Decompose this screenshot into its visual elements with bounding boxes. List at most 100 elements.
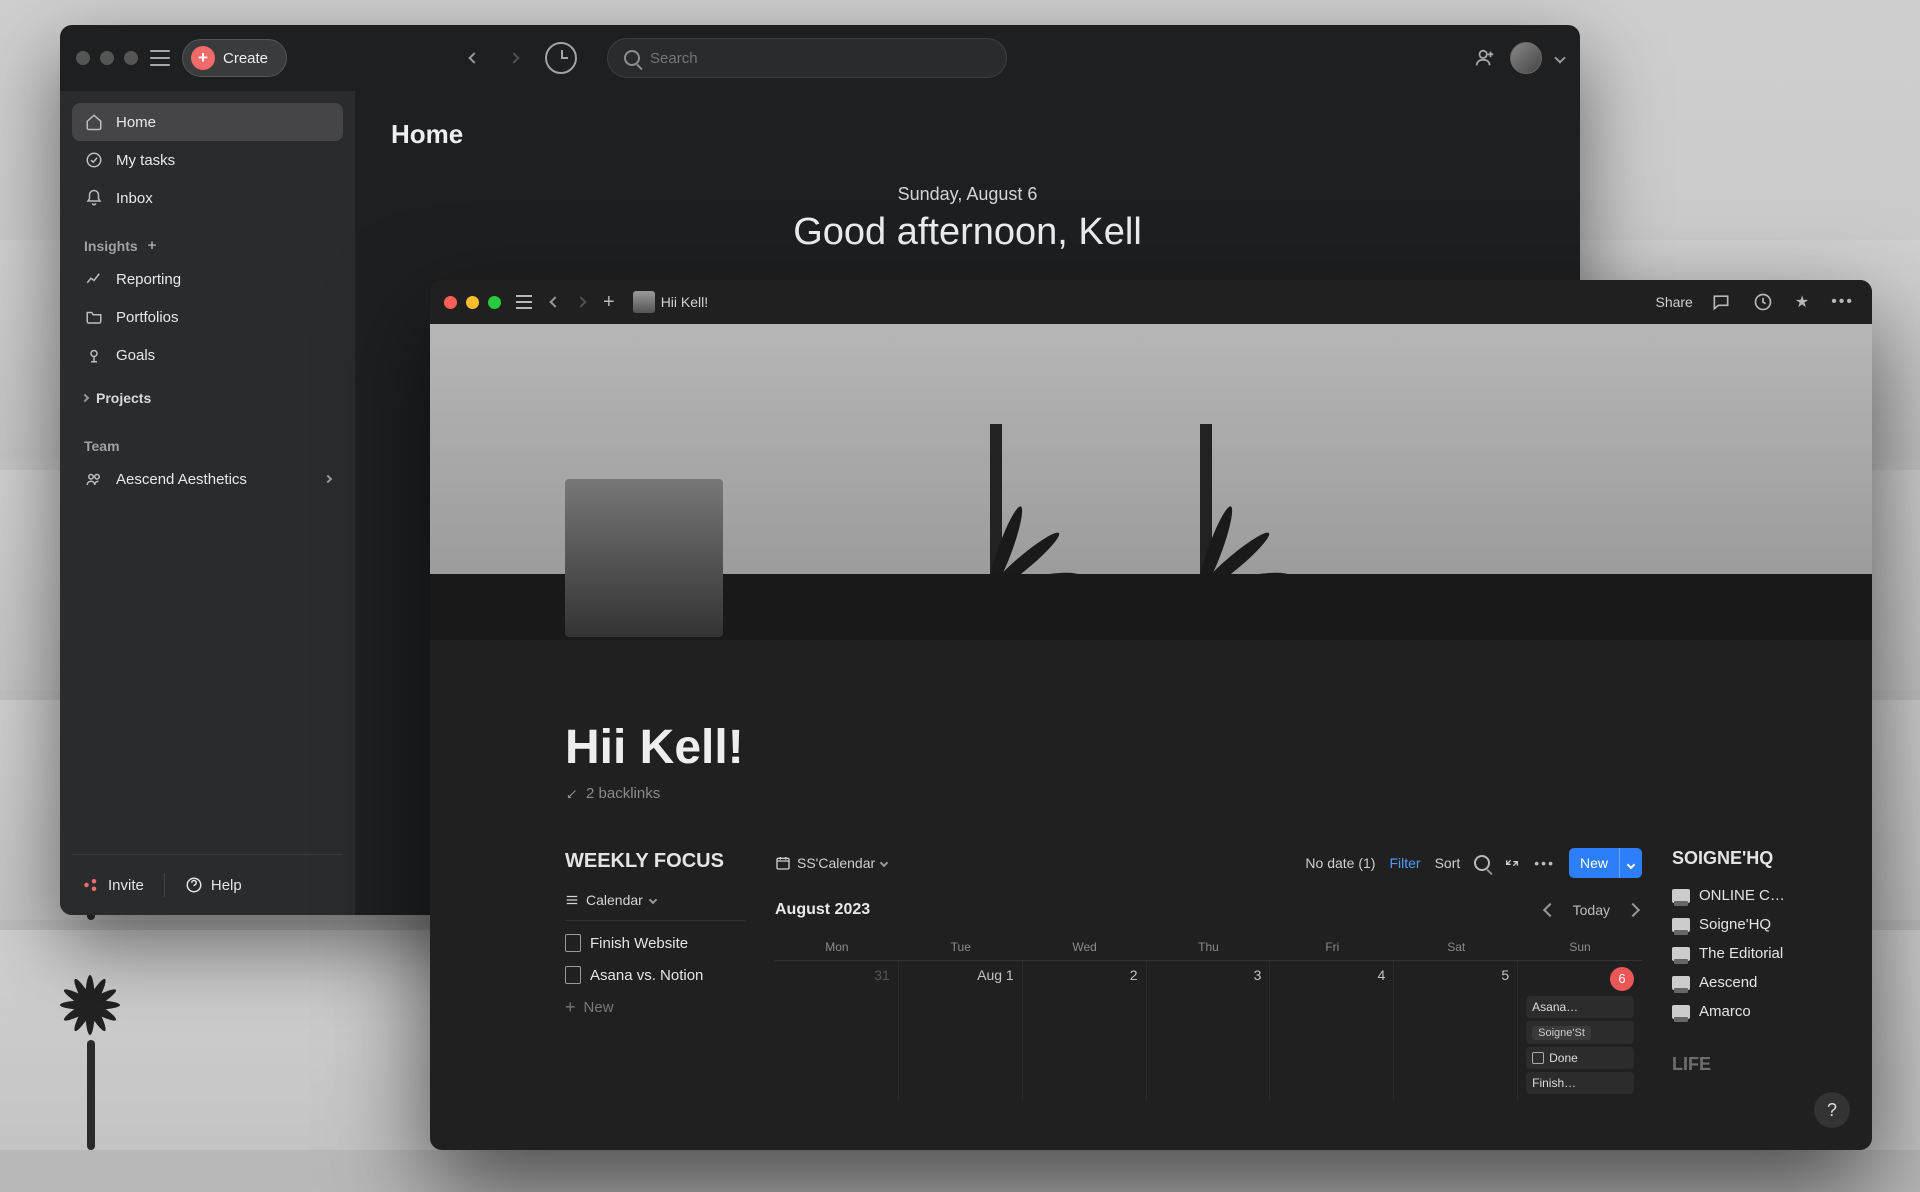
new-dropdown[interactable] xyxy=(1619,848,1642,878)
soigne-column: SOIGNE'HQ ONLINE C… Soigne'HQ The Editor… xyxy=(1672,848,1832,1100)
weekly-focus-column: WEEKLY FOCUS Calendar Finish Website Asa… xyxy=(565,848,745,1100)
nav-forward-button[interactable] xyxy=(573,294,589,310)
no-date-button[interactable]: No date (1) xyxy=(1305,855,1375,871)
link-item[interactable]: The Editorial xyxy=(1672,939,1832,968)
user-avatar[interactable] xyxy=(1510,42,1542,74)
sidebar-item-goals[interactable]: Goals xyxy=(72,336,343,374)
new-tab-button[interactable]: + xyxy=(599,287,619,318)
calendar-grid: 31 Aug 1 2 3 4 5 6 Asana… Soigne'St Done… xyxy=(775,960,1642,1100)
calendar-cell[interactable]: 2 xyxy=(1023,961,1147,1100)
favorite-star-icon[interactable]: ★ xyxy=(1791,288,1813,316)
db-view-selector[interactable]: Calendar xyxy=(565,892,745,908)
updates-icon[interactable] xyxy=(1749,288,1777,316)
prev-month-button[interactable] xyxy=(1541,898,1559,922)
list-item[interactable]: Asana vs. Notion xyxy=(565,959,745,991)
sidebar-toggle-icon[interactable] xyxy=(511,291,537,313)
projects-header: Projects xyxy=(96,390,151,406)
sort-button[interactable]: Sort xyxy=(1435,855,1461,871)
menu-toggle-icon[interactable] xyxy=(150,50,170,66)
sidebar-label: Home xyxy=(116,114,156,131)
create-button[interactable]: + Create xyxy=(182,39,287,77)
calendar-cell[interactable]: 3 xyxy=(1147,961,1271,1100)
add-teammate-icon[interactable] xyxy=(1474,47,1496,69)
breadcrumb[interactable]: Hii Kell! xyxy=(633,291,708,313)
calendar-cell[interactable]: 4 xyxy=(1270,961,1394,1100)
sidebar-item-inbox[interactable]: Inbox xyxy=(72,179,343,217)
more-icon[interactable]: ••• xyxy=(1534,855,1555,871)
more-icon[interactable]: ••• xyxy=(1827,289,1858,315)
bell-icon xyxy=(84,188,104,208)
link-item[interactable]: ONLINE C… xyxy=(1672,881,1832,910)
sidebar-label: Goals xyxy=(116,347,155,364)
sidebar-item-home[interactable]: Home xyxy=(72,103,343,141)
calendar-event[interactable]: Soigne'St xyxy=(1526,1021,1634,1044)
new-item-button[interactable]: +New xyxy=(565,991,745,1024)
calendar-view-selector[interactable]: SS'Calendar xyxy=(775,855,887,871)
search-icon[interactable] xyxy=(1474,855,1490,871)
today-badge: 6 xyxy=(1610,967,1634,991)
share-button[interactable]: Share xyxy=(1655,294,1692,310)
link-item[interactable]: Amarco xyxy=(1672,997,1832,1026)
calendar-event[interactable]: Done xyxy=(1526,1047,1634,1069)
today-button[interactable]: Today xyxy=(1569,898,1614,922)
sidebar-item-mytasks[interactable]: My tasks xyxy=(72,141,343,179)
link-item[interactable]: Soigne'HQ xyxy=(1672,910,1832,939)
page-icon xyxy=(565,966,581,984)
filter-button[interactable]: Filter xyxy=(1389,855,1420,871)
expand-icon[interactable] xyxy=(1504,855,1520,871)
calendar-cell[interactable]: 6 Asana… Soigne'St Done Finish… xyxy=(1518,961,1642,1100)
calendar-cell[interactable]: 5 xyxy=(1394,961,1518,1100)
new-button[interactable]: New xyxy=(1569,848,1642,878)
comments-icon[interactable] xyxy=(1707,288,1735,316)
people-icon xyxy=(84,469,104,489)
invite-button[interactable]: Invite xyxy=(82,876,144,894)
laptop-icon xyxy=(1672,1005,1690,1019)
nav-forward-button[interactable] xyxy=(499,43,529,73)
search-input[interactable] xyxy=(650,50,990,67)
link-item[interactable]: Aescend xyxy=(1672,968,1832,997)
page-title: Home xyxy=(391,119,1544,150)
account-dropdown[interactable] xyxy=(1556,49,1564,67)
window-traffic-lights[interactable] xyxy=(76,51,138,65)
backlinks-label: 2 backlinks xyxy=(586,785,660,802)
notion-topbar: + Hii Kell! Share ★ ••• xyxy=(430,280,1872,324)
page-title[interactable]: Hii Kell! xyxy=(565,720,1832,775)
notion-window: + Hii Kell! Share ★ ••• Hii Kell! xyxy=(430,280,1872,1150)
laptop-icon xyxy=(1672,918,1690,932)
calendar-event[interactable]: Finish… xyxy=(1526,1072,1634,1094)
invite-label: Invite xyxy=(108,877,144,894)
asana-sidebar: Home My tasks Inbox Insights + Reporting… xyxy=(60,91,355,915)
calendar-cell[interactable]: Aug 1 xyxy=(899,961,1023,1100)
projects-toggle[interactable]: Projects xyxy=(72,374,343,412)
laptop-icon xyxy=(1672,947,1690,961)
calendar-cell[interactable]: 31 xyxy=(775,961,899,1100)
calendar-event[interactable]: Asana… xyxy=(1526,996,1634,1018)
history-icon[interactable] xyxy=(545,42,577,74)
help-button[interactable]: Help xyxy=(185,876,242,894)
list-item[interactable]: Finish Website xyxy=(565,927,745,959)
sidebar-item-team-aescend[interactable]: Aescend Aesthetics xyxy=(72,460,343,498)
page-icon xyxy=(565,934,581,952)
insights-add-button[interactable]: + xyxy=(148,237,157,254)
search-box[interactable] xyxy=(607,38,1007,78)
nav-back-button[interactable] xyxy=(547,294,563,310)
team-header: Team xyxy=(84,438,120,454)
laptop-icon xyxy=(1672,889,1690,903)
nav-back-button[interactable] xyxy=(459,43,489,73)
page-icon xyxy=(633,291,655,313)
page-avatar[interactable] xyxy=(565,479,723,637)
soigne-header: SOIGNE'HQ xyxy=(1672,848,1832,869)
sidebar-label: Aescend Aesthetics xyxy=(116,471,247,488)
calendar-view-label: SS'Calendar xyxy=(797,855,875,871)
sidebar-item-portfolios[interactable]: Portfolios xyxy=(72,298,343,336)
next-month-button[interactable] xyxy=(1624,898,1642,922)
sidebar-item-reporting[interactable]: Reporting xyxy=(72,260,343,298)
window-traffic-lights[interactable] xyxy=(444,296,501,309)
chevron-down-icon xyxy=(649,896,657,904)
help-fab[interactable]: ? xyxy=(1814,1092,1850,1128)
backlinks-button[interactable]: 2 backlinks xyxy=(565,785,1832,802)
chevron-down-icon xyxy=(880,859,888,867)
checkbox-icon[interactable] xyxy=(1532,1052,1544,1064)
home-icon xyxy=(84,112,104,132)
greeting-text: Good afternoon, Kell xyxy=(391,211,1544,254)
